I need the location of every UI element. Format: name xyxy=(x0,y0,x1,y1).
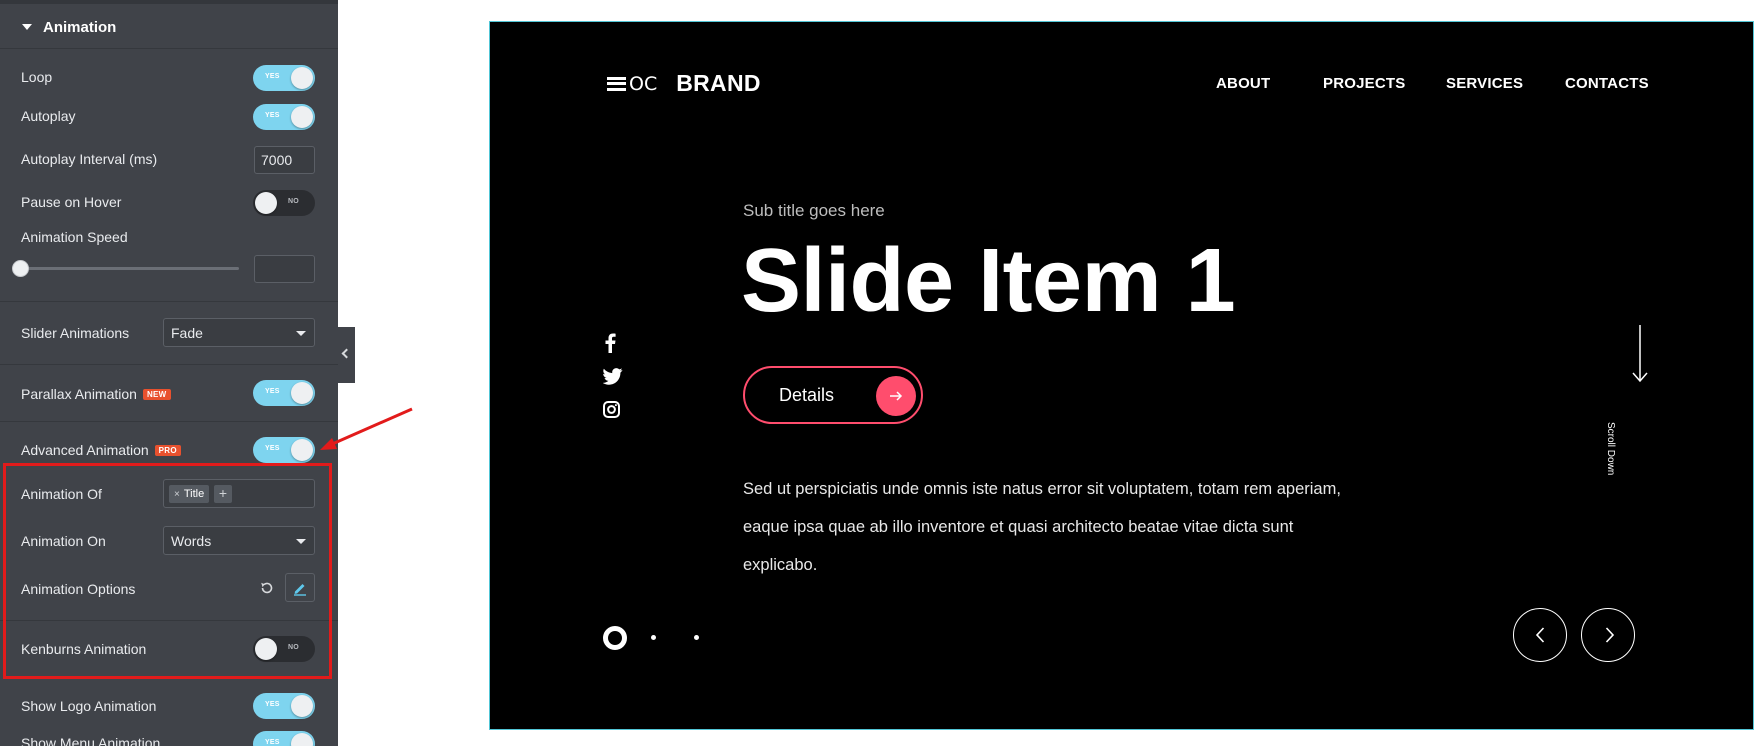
toggle-state: YES xyxy=(265,739,280,746)
toggle-knob xyxy=(291,382,313,404)
animation-speed-input[interactable] xyxy=(254,255,315,283)
collapse-panel-button[interactable] xyxy=(338,327,355,383)
divider xyxy=(0,301,338,302)
slider-handle[interactable] xyxy=(12,260,29,277)
slider-animations-select[interactable]: Fade xyxy=(163,318,315,347)
toggle-knob xyxy=(255,192,277,214)
new-badge: NEW xyxy=(142,388,171,400)
details-button[interactable]: Details xyxy=(743,366,923,424)
toggle-state: YES xyxy=(265,701,280,708)
animation-speed-slider[interactable] xyxy=(21,267,239,270)
toggle-knob xyxy=(291,695,313,717)
show-logo-animation-label: Show Logo Animation xyxy=(21,698,157,714)
autoplay-interval-input[interactable]: 7000 xyxy=(254,146,315,174)
pause-on-hover-toggle[interactable]: NO xyxy=(253,190,315,216)
autoplay-toggle[interactable]: YES xyxy=(253,104,315,130)
toggle-state: NO xyxy=(288,198,299,205)
slide-title: Slide Item 1 xyxy=(741,231,1236,331)
caret-down-icon xyxy=(22,24,32,30)
slide-subtitle: Sub title goes here xyxy=(743,201,885,220)
toggle-knob xyxy=(291,439,313,461)
nav-projects[interactable]: PROJECTS xyxy=(1323,75,1405,92)
chevron-left-icon xyxy=(341,348,352,359)
advanced-animation-toggle[interactable]: YES xyxy=(253,437,315,463)
divider xyxy=(0,421,338,422)
nav-services[interactable]: SERVICES xyxy=(1446,75,1523,92)
editor-screen: Animation Loop YES Autoplay YES Autoplay… xyxy=(0,0,1763,746)
toggle-knob xyxy=(291,733,313,746)
animation-section-header[interactable]: Animation xyxy=(0,8,338,46)
chevron-left-icon xyxy=(1535,627,1545,643)
panel-top-divider xyxy=(0,0,338,4)
pagination-dot[interactable] xyxy=(694,635,699,640)
prev-slide-button[interactable] xyxy=(1513,608,1567,662)
pause-on-hover-label: Pause on Hover xyxy=(21,194,122,210)
toggle-state: YES xyxy=(265,73,280,80)
brand-logo[interactable]: OC BRAND xyxy=(607,70,761,97)
divider xyxy=(0,364,338,365)
brand-prefix: OC xyxy=(629,72,658,95)
scroll-down-arrow-icon[interactable] xyxy=(1630,325,1650,385)
show-menu-animation-toggle[interactable]: YES xyxy=(253,731,315,746)
section-title: Animation xyxy=(43,18,117,36)
settings-panel: Animation Loop YES Autoplay YES Autoplay… xyxy=(0,0,338,746)
advanced-animation-label: Advanced Animation PRO xyxy=(21,442,181,458)
nav-about[interactable]: ABOUT xyxy=(1216,75,1270,92)
show-logo-animation-toggle[interactable]: YES xyxy=(253,693,315,719)
pro-badge: PRO xyxy=(154,444,181,456)
animation-speed-label: Animation Speed xyxy=(21,229,128,245)
annotation-arrow-icon xyxy=(320,407,413,450)
chevron-down-icon xyxy=(296,331,306,336)
toggle-knob xyxy=(291,106,313,128)
slider-preview: OC BRAND ABOUT PROJECTS SERVICES CONTACT… xyxy=(489,21,1754,730)
details-button-label: Details xyxy=(779,384,835,405)
toggle-state: YES xyxy=(265,445,280,452)
parallax-animation-label: Parallax Animation NEW xyxy=(21,386,171,402)
select-value: Fade xyxy=(171,325,203,341)
parallax-label-text: Parallax Animation xyxy=(21,386,137,402)
brand-name: BRAND xyxy=(676,70,761,96)
chevron-right-icon xyxy=(1605,627,1615,643)
show-menu-animation-label: Show Menu Animation xyxy=(21,735,161,746)
hamburger-icon[interactable] xyxy=(607,76,626,91)
scroll-down-label[interactable]: Scroll Down xyxy=(1605,422,1616,475)
pagination-dot-active[interactable] xyxy=(603,626,627,650)
twitter-icon[interactable] xyxy=(603,368,623,385)
highlight-box xyxy=(3,463,332,679)
arrow-right-icon xyxy=(876,376,916,416)
loop-toggle[interactable]: YES xyxy=(253,65,315,91)
autoplay-interval-label: Autoplay Interval (ms) xyxy=(21,151,158,167)
autoplay-label: Autoplay xyxy=(21,108,76,124)
next-slide-button[interactable] xyxy=(1581,608,1635,662)
toggle-knob xyxy=(291,67,313,89)
pagination-dot[interactable] xyxy=(651,635,656,640)
divider xyxy=(0,48,338,49)
nav-contacts[interactable]: CONTACTS xyxy=(1565,75,1649,92)
slide-description: Sed ut perspiciatis unde omnis iste natu… xyxy=(743,480,1341,574)
toggle-state: YES xyxy=(265,112,280,119)
toggle-state: YES xyxy=(265,388,280,395)
slider-animations-label: Slider Animations xyxy=(21,325,130,341)
instagram-icon[interactable] xyxy=(603,401,620,418)
advanced-label-text: Advanced Animation xyxy=(21,442,149,458)
parallax-animation-toggle[interactable]: YES xyxy=(253,380,315,406)
loop-label: Loop xyxy=(21,69,53,85)
facebook-icon[interactable] xyxy=(603,333,617,353)
